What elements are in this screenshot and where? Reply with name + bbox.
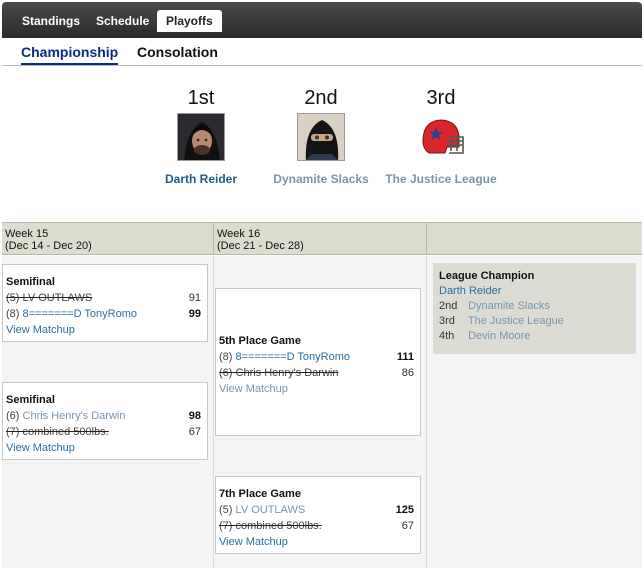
view-matchup-link[interactable]: View Matchup <box>219 381 288 397</box>
matchup-team: (8) 8=======D TonyRomo 99 <box>6 306 204 322</box>
champion-box-title: League Champion <box>439 270 535 282</box>
league-champion-box: League Champion Darth Reider 2nd Dynamit… <box>433 263 636 354</box>
final-team-link[interactable]: Devin Moore <box>468 330 530 342</box>
podium-second: 2nd Dynamite Slacks <box>256 86 386 186</box>
matchup-team: (6) Chris Henry's Darwin 86 <box>219 365 417 381</box>
subtab-championship[interactable]: Championship <box>21 44 119 65</box>
podium-place: 1st <box>187 87 215 109</box>
playoff-subnav: Championship Consolation <box>2 38 642 66</box>
champion-row: Darth Reider <box>439 284 630 299</box>
seed: (8) <box>219 351 233 363</box>
final-place: 4th <box>439 330 455 342</box>
week-dates: (Dec 21 - Dec 28) <box>217 240 304 252</box>
score: 98 <box>188 410 201 422</box>
team-link[interactable]: 8=======D TonyRomo <box>23 308 137 320</box>
playoff-bracket: Semifinal (5) LV OUTLAWS 91 (8) 8=======… <box>2 256 642 568</box>
semifinal-game-1: Semifinal (5) LV OUTLAWS 91 (8) 8=======… <box>2 264 208 342</box>
week-15-header: Week 15 (Dec 14 - Dec 20) <box>2 223 214 254</box>
final-team-link[interactable]: The Justice League <box>468 315 564 327</box>
team-link[interactable]: 8=======D TonyRomo <box>236 351 350 363</box>
final-place-row: 4th Devin Moore <box>439 329 630 344</box>
podium-team-name[interactable]: Darth Reider <box>136 173 266 186</box>
seed: (7) <box>6 426 20 438</box>
week-header: Week 15 (Dec 14 - Dec 20) Week 16 (Dec 2… <box>2 222 642 255</box>
podium-place: 2nd <box>304 87 338 109</box>
podium-place: 3rd <box>426 87 456 109</box>
score: 86 <box>401 367 414 379</box>
score: 67 <box>188 426 201 438</box>
score: 125 <box>395 504 414 516</box>
podium-first: 1st Darth Reider <box>136 86 266 186</box>
game-title: 7th Place Game <box>219 488 301 500</box>
game-title: Semifinal <box>6 394 55 406</box>
score: 67 <box>401 520 414 532</box>
week-16-header: Week 16 (Dec 21 - Dec 28) <box>214 223 427 254</box>
seed: (5) <box>6 292 20 304</box>
score: 91 <box>188 292 201 304</box>
avatar[interactable] <box>177 113 225 161</box>
seventh-place-game: 7th Place Game (5) LV OUTLAWS 125 (7) co… <box>215 476 421 554</box>
week-label: Week 15 <box>5 228 49 240</box>
team-link[interactable]: LV OUTLAWS <box>236 504 306 516</box>
tab-playoffs[interactable]: Playoffs <box>157 10 222 32</box>
final-place-row: 2nd Dynamite Slacks <box>439 299 630 314</box>
matchup-team: (5) LV OUTLAWS 91 <box>6 290 204 306</box>
matchup-team: (5) LV OUTLAWS 125 <box>219 502 417 518</box>
fifth-place-game: 5th Place Game (8) 8=======D TonyRomo 11… <box>215 288 421 436</box>
podium-team-name[interactable]: The Justice League <box>376 173 506 186</box>
podium-team-name[interactable]: Dynamite Slacks <box>256 173 386 186</box>
game-title: 5th Place Game <box>219 335 301 347</box>
view-matchup-link[interactable]: View Matchup <box>219 534 288 550</box>
score: 99 <box>188 308 201 320</box>
matchup-team: (7) combined 500lbs. 67 <box>219 518 417 534</box>
seed: (6) <box>219 367 233 379</box>
view-matchup-link[interactable]: View Matchup <box>6 322 75 338</box>
podium-third: 3rd The Justice League <box>376 86 506 186</box>
top-nav-bar: Standings Schedule Playoffs <box>2 2 642 38</box>
matchup-team: (6) Chris Henry's Darwin 98 <box>6 408 204 424</box>
subtab-consolation[interactable]: Consolation <box>137 44 218 60</box>
team-link[interactable]: LV OUTLAWS <box>23 292 93 304</box>
matchup-team: (8) 8=======D TonyRomo 111 <box>219 349 417 365</box>
final-place: 3rd <box>439 315 455 327</box>
tab-schedule[interactable]: Schedule <box>87 10 158 32</box>
seed: (6) <box>6 410 20 422</box>
team-link[interactable]: Chris Henry's Darwin <box>23 410 126 422</box>
week-label: Week 16 <box>217 228 261 240</box>
tab-standings[interactable]: Standings <box>13 10 89 32</box>
champion-column-header <box>427 223 642 254</box>
team-link[interactable]: combined 500lbs. <box>23 426 109 438</box>
final-team-link[interactable]: Dynamite Slacks <box>468 300 550 312</box>
seed: (7) <box>219 520 233 532</box>
seed: (8) <box>6 308 20 320</box>
final-place-row: 3rd The Justice League <box>439 314 630 329</box>
champion-team-link[interactable]: Darth Reider <box>439 285 501 297</box>
team-link[interactable]: combined 500lbs. <box>236 520 322 532</box>
seed: (5) <box>219 504 233 516</box>
avatar[interactable] <box>297 113 345 161</box>
semifinal-game-2: Semifinal (6) Chris Henry's Darwin 98 (7… <box>2 382 208 460</box>
game-title: Semifinal <box>6 276 55 288</box>
matchup-team: (7) combined 500lbs. 67 <box>6 424 204 440</box>
football-helmet-icon[interactable] <box>417 113 465 161</box>
view-matchup-link[interactable]: View Matchup <box>6 440 75 456</box>
team-link[interactable]: Chris Henry's Darwin <box>236 367 339 379</box>
final-place: 2nd <box>439 300 458 312</box>
score: 111 <box>396 351 414 363</box>
week-dates: (Dec 14 - Dec 20) <box>5 240 92 252</box>
